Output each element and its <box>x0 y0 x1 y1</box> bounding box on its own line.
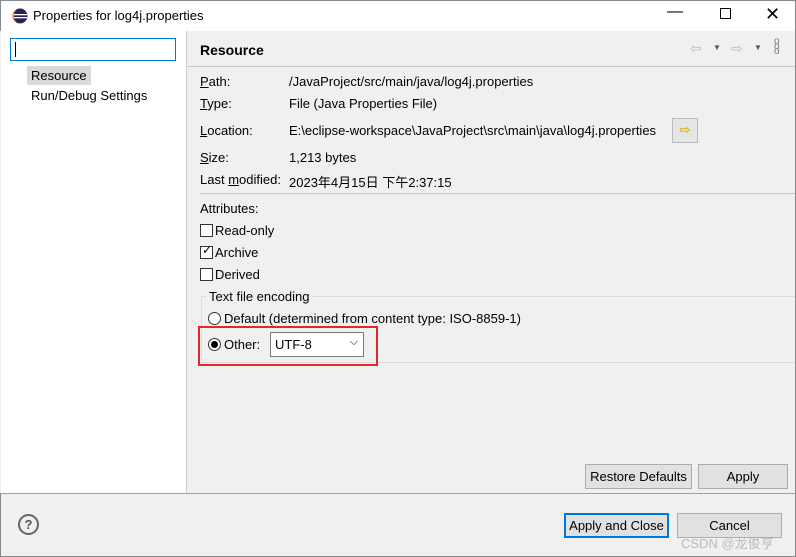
archive-checkbox[interactable]: ✓ Archive <box>200 243 258 260</box>
size-label: Size: <box>200 150 229 165</box>
open-folder-icon: ⇨ <box>679 122 691 137</box>
header-divider <box>188 66 795 67</box>
read-only-checkbox[interactable]: Read-only <box>200 223 274 238</box>
watermark: CSDN @龙俊亨 <box>681 536 774 551</box>
location-value: E:\eclipse-workspace\JavaProject\src\mai… <box>289 123 657 138</box>
window-title: Properties for log4j.properties <box>33 8 204 23</box>
attributes-label: Attributes: <box>200 201 259 216</box>
other-encoding-radio[interactable]: Other: <box>208 337 260 352</box>
close-button[interactable]: ✕ <box>765 4 780 25</box>
path-value: /JavaProject/src/main/java/log4j.propert… <box>289 74 534 89</box>
sidebar-item-resource[interactable]: Resource <box>27 66 91 85</box>
more-icon[interactable]: ooo <box>774 37 780 57</box>
back-icon[interactable]: ⇦ <box>690 40 702 57</box>
path-label: Path: <box>200 74 231 89</box>
modified-value: 2023年4月15日 下午2:37:15 <box>289 175 452 190</box>
filter-input[interactable] <box>10 38 176 61</box>
apply-and-close-button[interactable]: Apply and Close <box>564 513 669 538</box>
show-in-explorer-button[interactable]: ⇨ <box>672 118 698 143</box>
properties-page <box>188 31 796 493</box>
size-value: 1,213 bytes <box>289 150 357 165</box>
restore-defaults-button[interactable]: Restore Defaults <box>585 464 692 489</box>
apply-button[interactable]: Apply <box>698 464 788 489</box>
location-label: Location: <box>200 123 253 138</box>
forward-icon[interactable]: ⇨ <box>731 40 743 57</box>
title-bar: Properties for log4j.properties — ✕ <box>0 0 796 31</box>
sidebar-item-run-debug-settings[interactable]: Run/Debug Settings <box>27 86 151 105</box>
maximize-button[interactable] <box>720 8 731 19</box>
eclipse-icon <box>12 8 28 24</box>
forward-menu-icon[interactable]: ▼ <box>754 43 762 52</box>
page-title: Resource <box>200 42 264 58</box>
chevron-down-icon: ⌵ <box>349 336 358 348</box>
minimize-button[interactable]: — <box>667 3 683 21</box>
derived-checkbox[interactable]: Derived <box>200 267 260 282</box>
modified-label: Last modified: <box>200 172 281 187</box>
type-label: Type: <box>200 96 232 111</box>
type-value: File (Java Properties File) <box>289 96 438 111</box>
help-icon[interactable]: ? <box>18 514 39 535</box>
encoding-group-label: Text file encoding <box>206 289 313 304</box>
back-menu-icon[interactable]: ▼ <box>713 43 721 52</box>
encoding-select[interactable]: UTF-8 ⌵ <box>270 332 364 357</box>
default-encoding-radio[interactable]: Default (determined from content type: I… <box>208 311 521 326</box>
divider <box>200 193 795 194</box>
